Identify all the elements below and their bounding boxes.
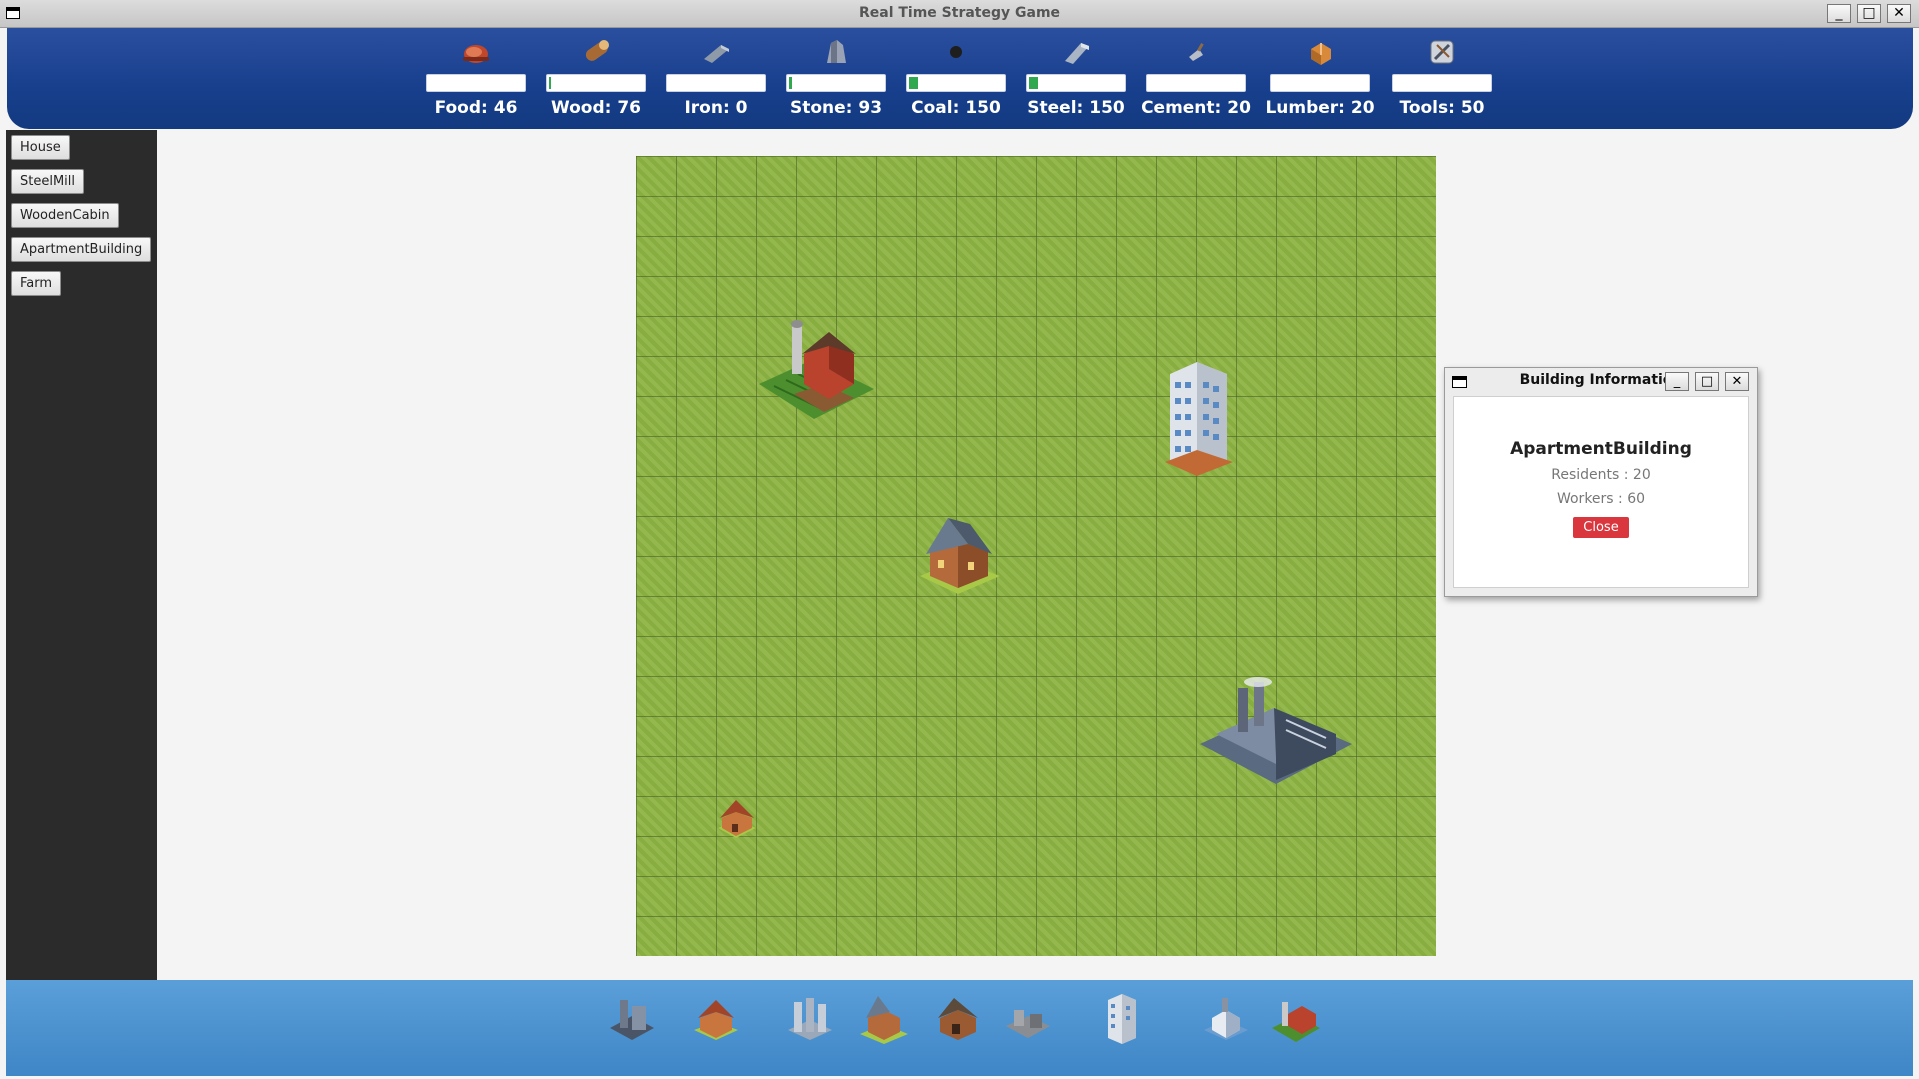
stone-label: Stone: 93 [789,98,883,118]
resource-header: Food: 46 Wood: 76 Iron: 0 Stone: 93 Coal… [7,28,1913,129]
resource-iron: Iron: 0 [660,34,772,118]
build-house-button[interactable]: House [11,135,70,160]
window-titlebar: Real Time Strategy Game _ □ ✕ [0,0,1919,28]
steel-mill-building[interactable] [1196,674,1356,798]
steel-label: Steel: 150 [1027,98,1125,118]
mill-icon[interactable] [1200,992,1252,1046]
residents-count: Residents : 20 [1551,467,1651,483]
tools-icon [1386,34,1498,70]
maximize-button[interactable]: □ [1857,4,1881,23]
minimize-button[interactable]: _ [1827,4,1851,23]
building-info-dialog: Building Information _ □ ✕ ApartmentBuil… [1444,367,1758,597]
wood-label: Wood: 76 [550,98,642,118]
trowel-icon [1140,34,1252,70]
build-steelmill-button[interactable]: SteelMill [11,169,85,194]
resource-stone: Stone: 93 [780,34,892,118]
dialog-close-button[interactable]: Close [1573,517,1629,538]
build-sidebar: House SteelMill WoodenCabin ApartmentBui… [6,130,157,980]
apartment-building[interactable] [1155,354,1241,480]
log-icon [540,34,652,70]
house-building[interactable] [714,796,760,844]
wooden-cabin-building[interactable] [916,514,1002,600]
coal-icon [900,34,1012,70]
cabin-icon[interactable] [932,992,984,1046]
stone-bar [786,74,886,92]
lumber-bar [1270,74,1370,92]
stone-icon [780,34,892,70]
apartment-building-icon[interactable] [1096,992,1148,1046]
lumber-label: Lumber: 20 [1265,98,1375,118]
factory-icon[interactable] [784,992,836,1046]
iron-label: Iron: 0 [684,98,748,118]
iron-bar [666,74,766,92]
build-apartment-button[interactable]: ApartmentBuilding [11,237,152,262]
farm-building[interactable] [754,314,884,438]
bottom-toolbar [6,980,1913,1076]
dialog-body: ApartmentBuilding Residents : 20 Workers… [1453,396,1749,588]
resource-food: Food: 46 [420,34,532,118]
build-farm-button[interactable]: Farm [11,271,62,296]
food-label: Food: 46 [434,98,518,118]
tools-bar [1392,74,1492,92]
dialog-minimize-button[interactable]: _ [1665,372,1689,391]
food-bar [426,74,526,92]
steel-bar-icon [1020,34,1132,70]
iron-bar-icon [660,34,772,70]
farm-icon[interactable] [1270,992,1322,1046]
resource-steel: Steel: 150 [1020,34,1132,118]
game-map[interactable] [636,156,1436,956]
wood-bar [546,74,646,92]
resource-coal: Coal: 150 [900,34,1012,118]
wooden-cabin-icon[interactable] [858,992,910,1046]
resource-lumber: Lumber: 20 [1264,34,1376,118]
dialog-close-x-button[interactable]: ✕ [1725,372,1749,391]
tools-label: Tools: 50 [1399,98,1485,118]
cement-label: Cement: 20 [1141,98,1251,118]
house-icon[interactable] [690,992,742,1046]
lumber-icon [1264,34,1376,70]
resource-tools: Tools: 50 [1386,34,1498,118]
window-title: Real Time Strategy Game [858,5,1061,21]
close-window-button[interactable]: ✕ [1887,4,1911,23]
coal-label: Coal: 150 [911,98,1001,118]
meat-icon [420,34,532,70]
workers-count: Workers : 60 [1556,491,1646,507]
building-name: ApartmentBuilding [1510,439,1692,459]
steel-mill-icon[interactable] [606,992,658,1046]
resource-cement: Cement: 20 [1140,34,1252,118]
ruins-icon[interactable] [1002,992,1054,1046]
steel-bar [1026,74,1126,92]
cement-bar [1146,74,1246,92]
coal-bar [906,74,1006,92]
dialog-maximize-button[interactable]: □ [1695,372,1719,391]
build-woodencabin-button[interactable]: WoodenCabin [11,203,119,228]
resource-wood: Wood: 76 [540,34,652,118]
